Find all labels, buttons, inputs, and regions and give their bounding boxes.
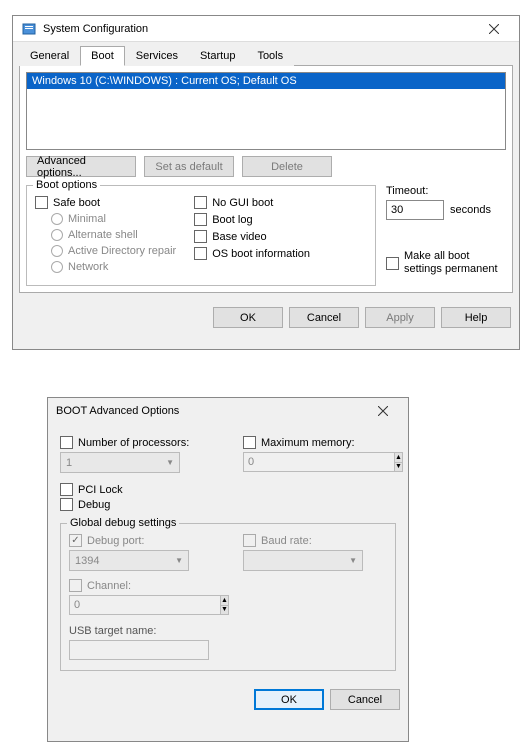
chevron-down-icon: ▼ — [349, 556, 357, 565]
delete-button: Delete — [242, 156, 332, 177]
timeout-label: Timeout: — [386, 185, 506, 197]
baud-rate-select: ▼ — [243, 550, 363, 571]
cancel-button[interactable]: Cancel — [330, 689, 400, 710]
num-processors-checkbox[interactable]: Number of processors: — [60, 436, 213, 449]
spinner-down-icon: ▼ — [221, 606, 228, 615]
max-memory-spinner: ▲▼ — [395, 452, 403, 472]
chevron-down-icon: ▼ — [166, 458, 174, 467]
os-boot-info-checkbox[interactable]: OS boot information — [194, 247, 310, 260]
pci-lock-checkbox[interactable]: PCI Lock — [60, 483, 396, 496]
timeout-group: Timeout: seconds Make all boot settings … — [386, 185, 506, 286]
seconds-label: seconds — [450, 204, 491, 216]
usb-target-input — [69, 640, 209, 660]
help-button[interactable]: Help — [441, 307, 511, 328]
window-title: System Configuration — [43, 23, 477, 35]
cancel-button[interactable]: Cancel — [289, 307, 359, 328]
advanced-options-button[interactable]: Advanced options... — [26, 156, 136, 177]
network-radio: Network — [51, 261, 176, 273]
channel-checkbox: Channel: — [69, 579, 387, 592]
tab-general[interactable]: General — [19, 46, 80, 66]
max-memory-checkbox[interactable]: Maximum memory: — [243, 436, 396, 449]
ok-button[interactable]: OK — [254, 689, 324, 710]
tab-services[interactable]: Services — [125, 46, 189, 66]
minimal-radio: Minimal — [51, 213, 176, 225]
close-icon[interactable] — [366, 398, 400, 424]
channel-spinner: ▲▼ — [221, 595, 229, 615]
channel-input — [69, 595, 221, 615]
boot-options-legend: Boot options — [33, 179, 100, 191]
tab-boot[interactable]: Boot — [80, 46, 125, 66]
boot-entries-list[interactable]: Windows 10 (C:\WINDOWS) : Current OS; De… — [26, 72, 506, 150]
chevron-down-icon: ▼ — [175, 556, 183, 565]
spinner-up-icon: ▲ — [221, 596, 228, 606]
make-permanent-checkbox[interactable]: Make all boot settings permanent — [386, 250, 506, 276]
ok-button[interactable]: OK — [213, 307, 283, 328]
timeout-input[interactable] — [386, 200, 444, 220]
usb-target-label: USB target name: — [69, 625, 387, 637]
titlebar[interactable]: BOOT Advanced Options — [48, 398, 408, 424]
boot-advanced-options-window: BOOT Advanced Options Number of processo… — [47, 397, 409, 742]
spinner-down-icon: ▼ — [395, 463, 402, 472]
alternate-shell-radio: Alternate shell — [51, 229, 176, 241]
tab-startup[interactable]: Startup — [189, 46, 246, 66]
tabs: General Boot Services Startup Tools — [19, 46, 513, 66]
tab-tools[interactable]: Tools — [246, 46, 294, 66]
base-video-checkbox[interactable]: Base video — [194, 230, 310, 243]
boot-log-checkbox[interactable]: Boot log — [194, 213, 310, 226]
system-configuration-window: System Configuration General Boot Servic… — [12, 15, 520, 350]
baud-rate-checkbox: Baud rate: — [243, 534, 387, 547]
num-processors-select: 1▼ — [60, 452, 180, 473]
debug-port-select: 1394▼ — [69, 550, 189, 571]
dialog-buttons: OK Cancel Apply Help — [13, 299, 519, 336]
boot-entry-selected[interactable]: Windows 10 (C:\WINDOWS) : Current OS; De… — [27, 73, 505, 89]
boot-options-group: Boot options Safe boot Minimal Alternate… — [26, 185, 376, 286]
tab-panel: Windows 10 (C:\WINDOWS) : Current OS; De… — [19, 65, 513, 293]
debug-checkbox[interactable]: Debug — [60, 498, 396, 511]
titlebar[interactable]: System Configuration — [13, 16, 519, 42]
max-memory-input — [243, 452, 395, 472]
ad-repair-radio: Active Directory repair — [51, 245, 176, 257]
safe-boot-checkbox[interactable]: Safe boot — [35, 196, 176, 209]
dialog-buttons: OK Cancel — [48, 681, 408, 718]
window-title: BOOT Advanced Options — [56, 405, 366, 417]
set-as-default-button: Set as default — [144, 156, 234, 177]
app-icon — [21, 21, 37, 37]
spinner-up-icon: ▲ — [395, 453, 402, 463]
global-debug-legend: Global debug settings — [67, 517, 179, 529]
global-debug-settings-group: Global debug settings Debug port: 1394▼ … — [60, 523, 396, 671]
debug-port-checkbox: Debug port: — [69, 534, 213, 547]
no-gui-boot-checkbox[interactable]: No GUI boot — [194, 196, 310, 209]
close-icon[interactable] — [477, 16, 511, 42]
apply-button: Apply — [365, 307, 435, 328]
